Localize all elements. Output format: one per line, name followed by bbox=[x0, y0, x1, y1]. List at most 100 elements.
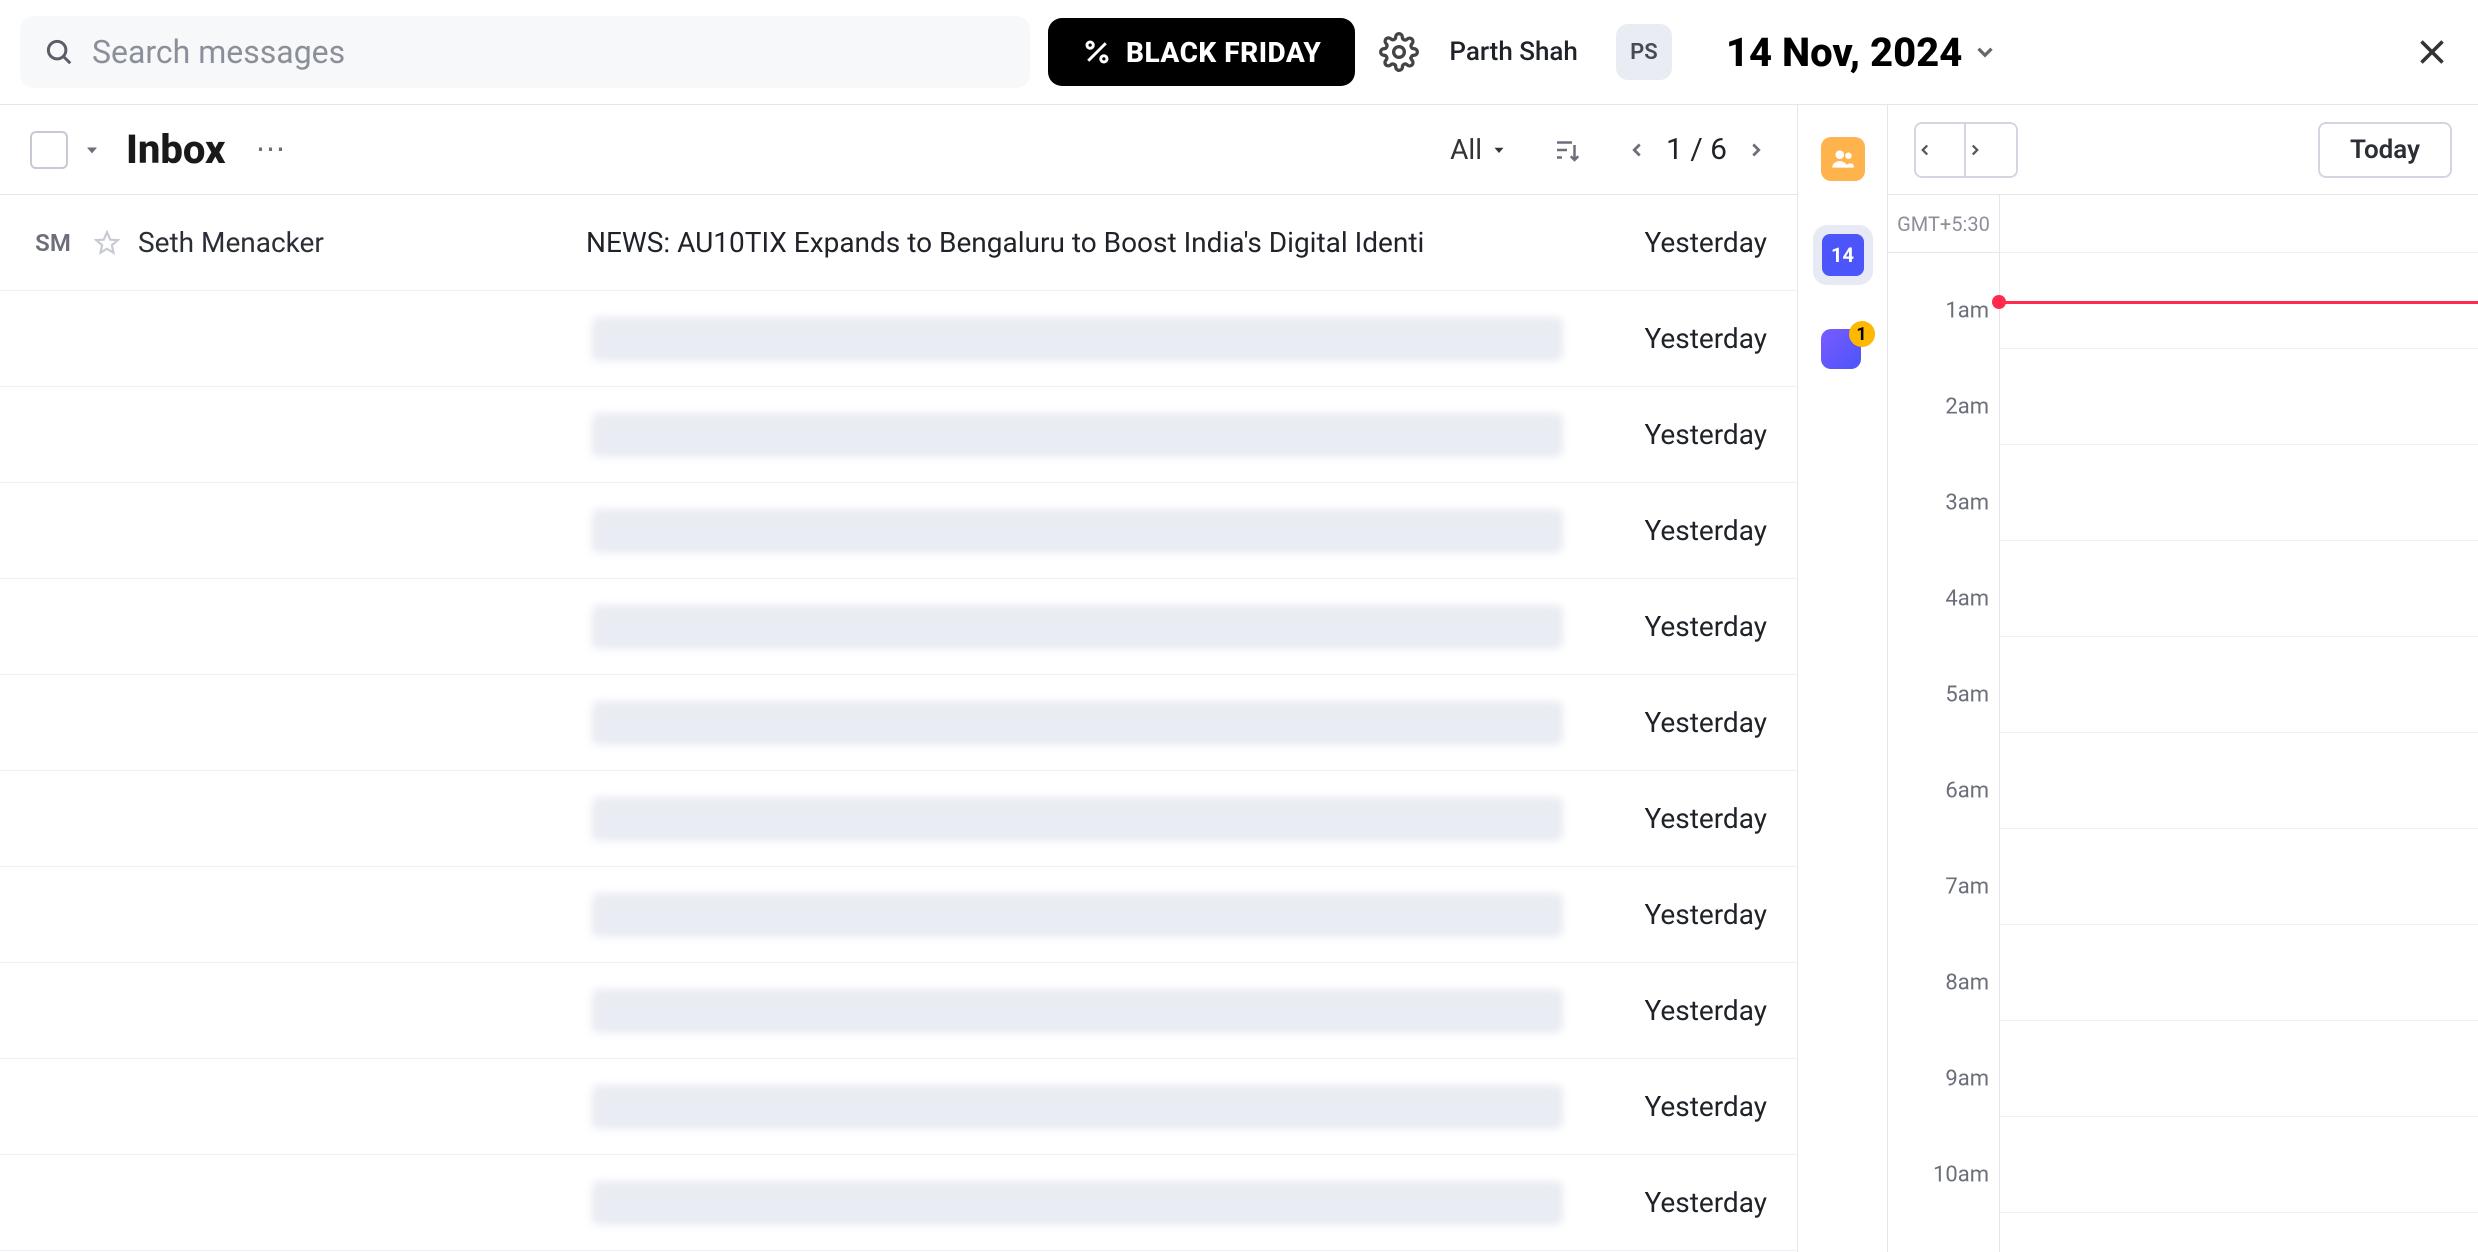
user-avatar[interactable]: PS bbox=[1616, 24, 1672, 80]
message-content bbox=[586, 317, 1569, 361]
message-time: Yesterday bbox=[1587, 1090, 1767, 1123]
message-row[interactable]: Yesterday bbox=[0, 483, 1797, 579]
hour-label: 3am bbox=[1945, 491, 1989, 516]
message-row[interactable]: Yesterday bbox=[0, 1059, 1797, 1155]
message-time: Yesterday bbox=[1587, 898, 1767, 931]
message-row[interactable]: Yesterday bbox=[0, 387, 1797, 483]
message-time: Yesterday bbox=[1587, 706, 1767, 739]
black-friday-label: BLACK FRIDAY bbox=[1126, 36, 1321, 69]
calendar-day-label: 14 bbox=[1831, 243, 1854, 267]
pager-text: 1 / 6 bbox=[1666, 132, 1727, 167]
message-time: Yesterday bbox=[1587, 322, 1767, 355]
contacts-icon bbox=[1830, 146, 1856, 172]
message-content bbox=[586, 413, 1569, 457]
search-input[interactable] bbox=[92, 33, 1006, 71]
message-time: Yesterday bbox=[1587, 610, 1767, 643]
redacted-content bbox=[592, 1085, 1563, 1129]
timezone-label: GMT+5:30 bbox=[1888, 195, 1999, 253]
calendar-slot[interactable] bbox=[2000, 637, 2478, 733]
message-content bbox=[586, 1181, 1569, 1225]
calendar-slot[interactable] bbox=[2000, 445, 2478, 541]
hour-label: 6am bbox=[1945, 779, 1989, 804]
message-content bbox=[586, 701, 1569, 745]
calendar-slot[interactable] bbox=[2000, 157, 2478, 253]
rail-calendar-button[interactable]: 14 bbox=[1813, 225, 1873, 285]
redacted-content bbox=[592, 1181, 1563, 1225]
message-content: NEWS: AU10TIX Expands to Bengaluru to Bo… bbox=[586, 226, 1569, 259]
message-subject: NEWS: AU10TIX Expands to Bengaluru to Bo… bbox=[586, 226, 1569, 259]
hour-label: 4am bbox=[1945, 587, 1989, 612]
chevron-right-icon bbox=[1745, 139, 1767, 161]
percent-icon bbox=[1082, 37, 1112, 67]
hour-label: 1am bbox=[1945, 299, 1989, 324]
message-time: Yesterday bbox=[1587, 994, 1767, 1027]
message-content bbox=[586, 605, 1569, 649]
redacted-content bbox=[592, 605, 1563, 649]
black-friday-button[interactable]: BLACK FRIDAY bbox=[1048, 18, 1355, 86]
user-initials: PS bbox=[1630, 40, 1658, 65]
message-initials: SM bbox=[30, 229, 76, 257]
tasks-badge: 1 bbox=[1849, 321, 1875, 347]
calendar-slot[interactable] bbox=[2000, 541, 2478, 637]
message-row[interactable]: SM Seth Menacker NEWS: AU10TIX Expands t… bbox=[0, 195, 1797, 291]
search-field[interactable] bbox=[20, 16, 1030, 88]
select-all-checkbox[interactable] bbox=[30, 131, 68, 169]
inbox-title: Inbox bbox=[126, 126, 226, 173]
page-next-button[interactable] bbox=[1745, 139, 1767, 161]
message-content bbox=[586, 1085, 1569, 1129]
chevron-down-icon bbox=[1490, 141, 1508, 159]
message-time: Yesterday bbox=[1587, 802, 1767, 835]
message-row[interactable]: Yesterday bbox=[0, 1155, 1797, 1251]
filter-dropdown[interactable]: All bbox=[1450, 133, 1508, 166]
message-row[interactable]: Yesterday bbox=[0, 291, 1797, 387]
hour-label: 8am bbox=[1945, 971, 1989, 996]
rail-contacts-button[interactable] bbox=[1821, 137, 1865, 181]
hour-label: 2am bbox=[1945, 395, 1989, 420]
calendar-slot[interactable] bbox=[2000, 925, 2478, 1021]
kebab-icon: ⋯ bbox=[256, 132, 286, 167]
date-picker[interactable]: 14 Nov, 2024 bbox=[1726, 29, 1998, 76]
search-icon bbox=[44, 37, 74, 67]
calendar-slot[interactable] bbox=[2000, 829, 2478, 925]
calendar-icon: 14 bbox=[1822, 234, 1864, 276]
rail-tasks-button[interactable]: 1 bbox=[1821, 329, 1865, 373]
user-name: Parth Shah bbox=[1449, 37, 1578, 67]
message-content bbox=[586, 989, 1569, 1033]
calendar-slot[interactable] bbox=[2000, 349, 2478, 445]
hour-label: 10am bbox=[1933, 1163, 1989, 1188]
close-icon bbox=[2414, 34, 2450, 70]
settings-button[interactable] bbox=[1373, 26, 1425, 78]
chevron-left-icon bbox=[1916, 141, 1964, 159]
calendar-slot[interactable] bbox=[2000, 1117, 2478, 1213]
message-time: Yesterday bbox=[1587, 418, 1767, 451]
message-row[interactable]: Yesterday bbox=[0, 963, 1797, 1059]
user-info: Parth Shah bbox=[1449, 37, 1578, 67]
page-prev-button[interactable] bbox=[1626, 139, 1648, 161]
close-button[interactable] bbox=[2406, 26, 2458, 78]
select-all-dropdown[interactable] bbox=[82, 140, 102, 160]
message-content bbox=[586, 797, 1569, 841]
redacted-content bbox=[592, 509, 1563, 553]
redacted-content bbox=[592, 413, 1563, 457]
hour-label: 9am bbox=[1945, 1067, 1989, 1092]
redacted-content bbox=[592, 989, 1563, 1033]
star-icon bbox=[94, 230, 120, 256]
calendar-slot[interactable] bbox=[2000, 733, 2478, 829]
chevron-down-icon bbox=[1972, 39, 1998, 65]
calendar-slot[interactable] bbox=[2000, 1021, 2478, 1117]
redacted-content bbox=[592, 893, 1563, 937]
message-row[interactable]: Yesterday bbox=[0, 867, 1797, 963]
message-row[interactable]: Yesterday bbox=[0, 675, 1797, 771]
message-time: Yesterday bbox=[1587, 1186, 1767, 1219]
redacted-content bbox=[592, 317, 1563, 361]
message-row[interactable]: Yesterday bbox=[0, 771, 1797, 867]
message-time: Yesterday bbox=[1587, 226, 1767, 259]
message-row[interactable]: Yesterday bbox=[0, 579, 1797, 675]
cal-prev-button[interactable] bbox=[1916, 124, 1966, 176]
star-button[interactable] bbox=[94, 230, 120, 256]
gear-icon bbox=[1379, 32, 1419, 72]
sort-button[interactable] bbox=[1552, 135, 1582, 165]
chevron-left-icon bbox=[1626, 139, 1648, 161]
inbox-more-button[interactable]: ⋯ bbox=[256, 132, 286, 167]
current-time-indicator bbox=[2000, 301, 2478, 304]
